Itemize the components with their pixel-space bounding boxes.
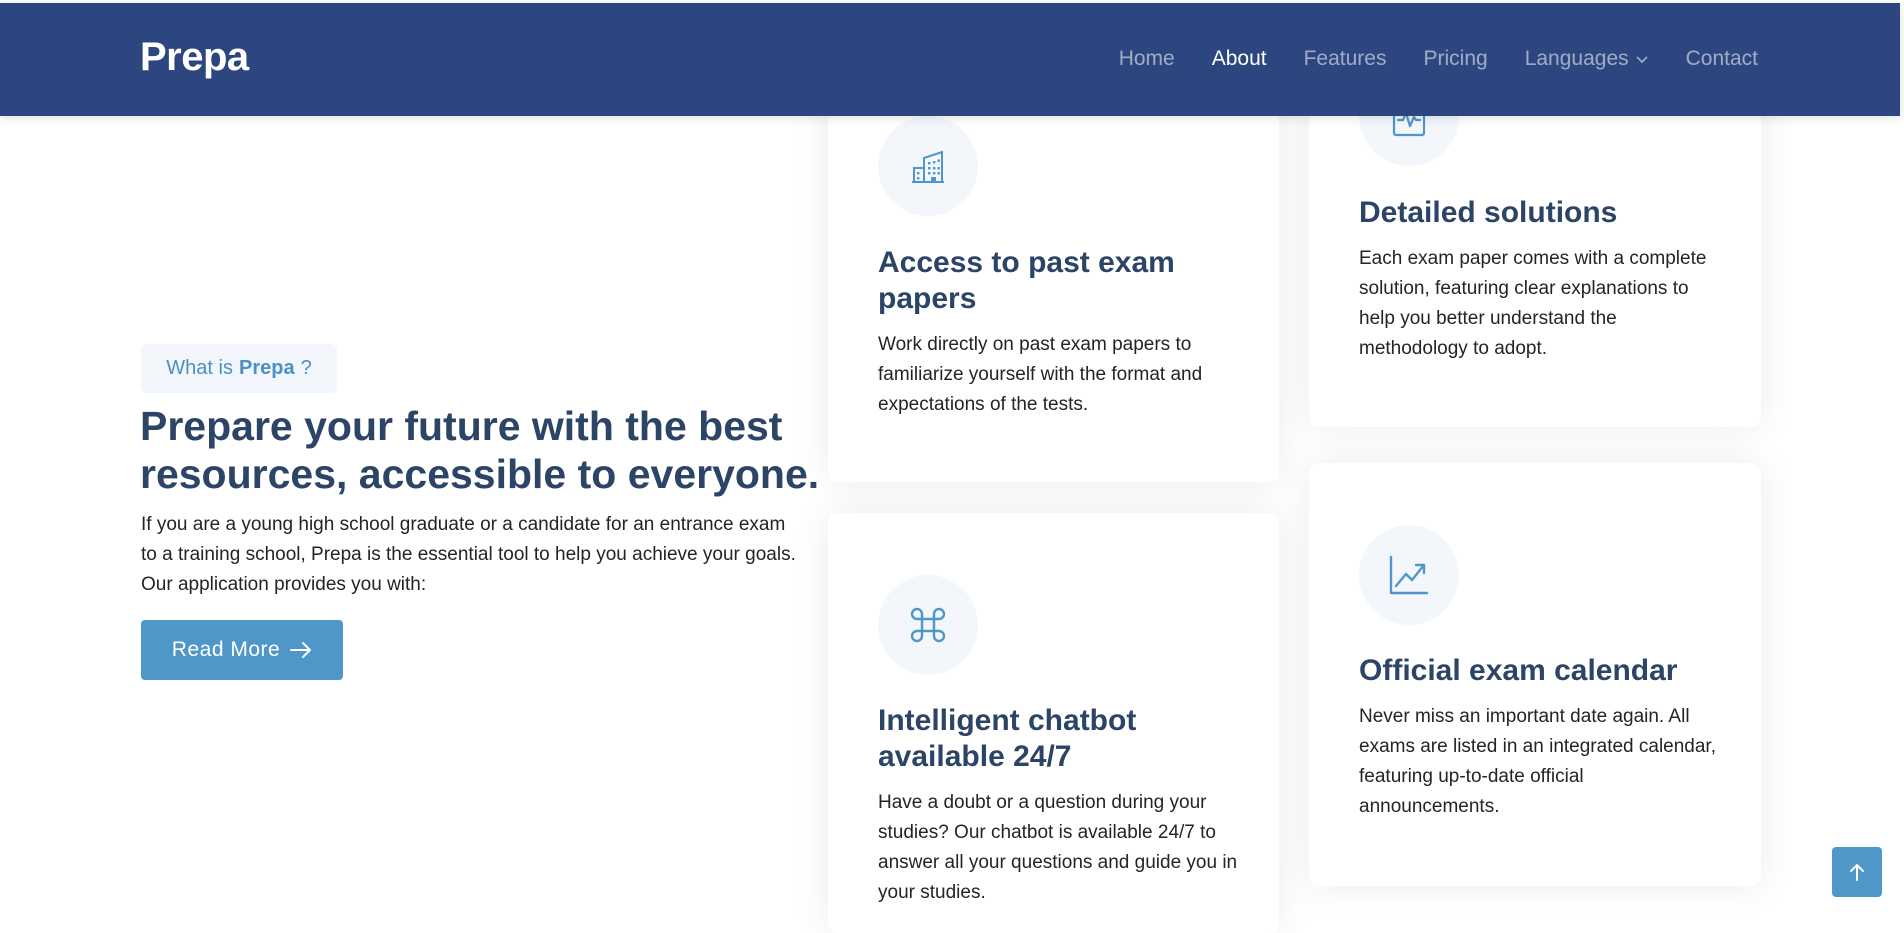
card-description: Never miss an important date again. All …	[1359, 706, 1716, 817]
nav-contact[interactable]: Contact	[1686, 47, 1758, 71]
graph-up-arrow-icon	[1389, 555, 1429, 595]
hero-title: Prepare your future with the best resour…	[140, 403, 820, 497]
nav-pricing[interactable]: Pricing	[1423, 47, 1487, 71]
feature-card-calendar: Official exam calendar Never miss an imp…	[1309, 463, 1761, 886]
icon-circle	[878, 575, 978, 675]
card-title: Intelligent chatbot available 24/7	[878, 704, 1137, 773]
badge-brand: Prepa	[238, 357, 295, 379]
badge-suffix: ?	[300, 357, 312, 379]
back-to-top-button[interactable]	[1832, 847, 1882, 897]
read-more-label: Read More	[171, 638, 281, 661]
nav-languages-dropdown[interactable]: Languages	[1525, 47, 1649, 71]
card-description: Each exam paper comes with a complete so…	[1359, 248, 1707, 359]
site-logo[interactable]: Prepa	[140, 35, 249, 80]
arrow-up-icon	[1850, 864, 1864, 881]
chevron-down-icon	[1636, 56, 1648, 64]
arrow-right-icon	[290, 642, 312, 658]
card-description: Work directly on past exam papers to fam…	[878, 334, 1203, 415]
card-title: Access to past exam papers	[878, 246, 1175, 315]
card-title: Detailed solutions	[1359, 196, 1618, 229]
read-more-button[interactable]: Read More	[141, 620, 343, 680]
building-icon	[912, 150, 944, 183]
card-title: Official exam calendar	[1359, 654, 1678, 687]
icon-circle	[1359, 525, 1459, 625]
nav-features[interactable]: Features	[1304, 47, 1387, 71]
main-nav: Home About Features Pricing Languages Co…	[1119, 47, 1758, 71]
top-navbar: Prepa Home About Features Pricing Langua…	[0, 3, 1900, 116]
badge-prefix: What is	[166, 357, 233, 379]
section-badge: What is Prepa ?	[141, 344, 337, 393]
icon-circle	[878, 116, 978, 216]
nav-home[interactable]: Home	[1119, 47, 1175, 71]
nav-languages-label: Languages	[1524, 47, 1629, 70]
feature-card-past-papers: Access to past exam papers Work directly…	[828, 80, 1279, 482]
feature-card-chatbot: Intelligent chatbot available 24/7 Have …	[828, 513, 1279, 933]
hero-description: If you are a young high school graduate …	[141, 514, 796, 595]
card-description: Have a doubt or a question during your s…	[878, 792, 1238, 903]
command-icon	[910, 607, 946, 643]
nav-about[interactable]: About	[1212, 47, 1267, 71]
